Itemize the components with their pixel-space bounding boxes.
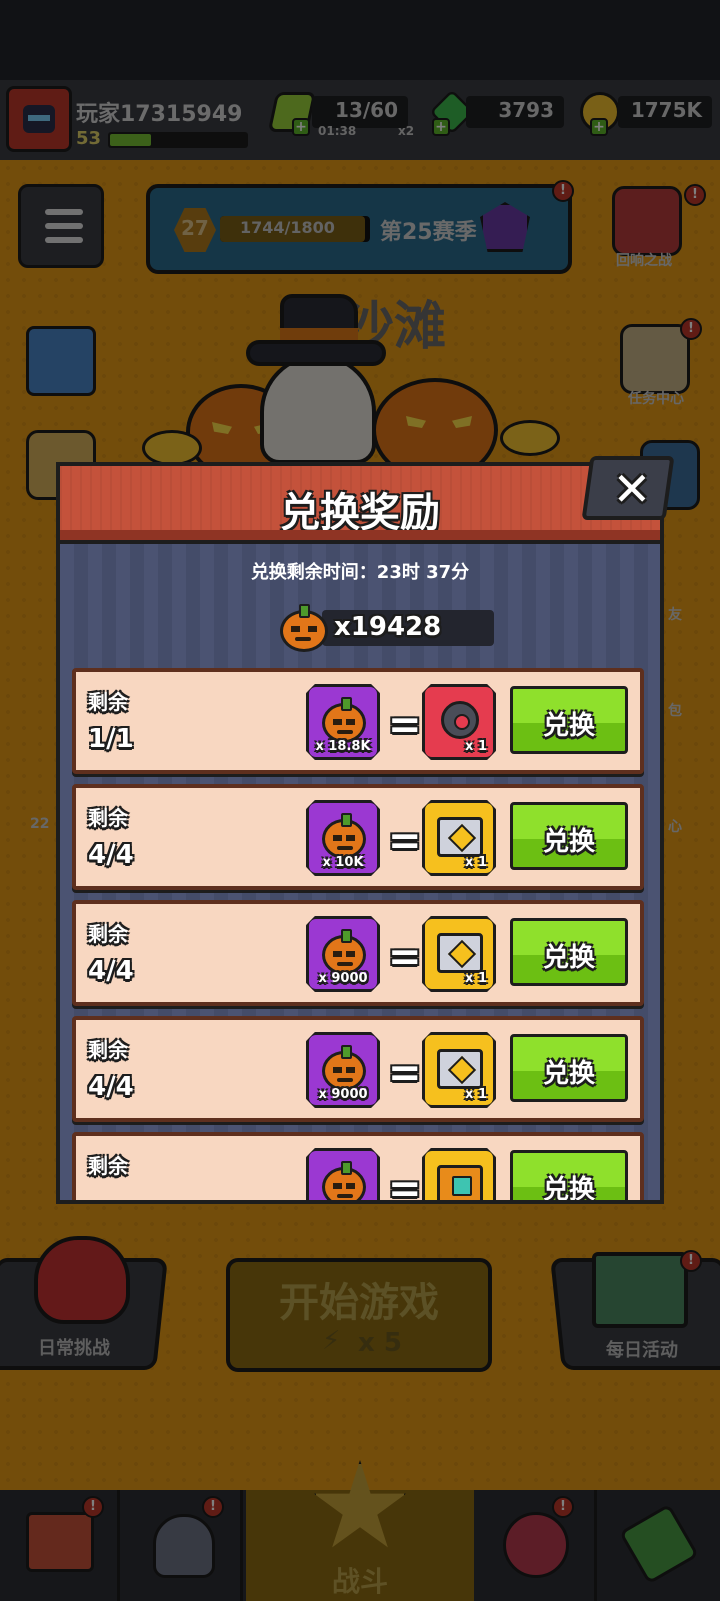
pumpkin-icon	[322, 1045, 366, 1091]
status-bar	[0, 0, 720, 80]
cost-item: x 9000	[306, 916, 380, 992]
exchange-row: 剩余 1/1 x 18.8K = x 1 兑换	[72, 668, 644, 774]
remaining-label: 剩余	[88, 690, 128, 714]
reward-item[interactable]: x 1	[422, 1032, 496, 1108]
reward-quantity: x 1	[465, 971, 487, 986]
dialog-title: 兑换奖励	[280, 490, 440, 536]
redeem-button[interactable]: 兑换	[510, 686, 628, 754]
dialog-header: 兑换奖励	[56, 462, 664, 542]
cost-quantity: x 9000	[318, 971, 368, 986]
reward-item[interactable]: x 1	[422, 916, 496, 992]
redeem-button-label: 兑换	[542, 711, 595, 741]
remaining-label: 剩余	[88, 806, 128, 830]
pumpkin-icon	[322, 697, 366, 743]
equals-icon: =	[388, 702, 422, 748]
exchange-row: 剩余 = 兑换	[72, 1132, 644, 1204]
pumpkin-icon	[322, 1161, 366, 1200]
cost-item: x 9000	[306, 1032, 380, 1108]
redeem-button[interactable]: 兑换	[510, 1034, 628, 1102]
reward-quantity: x 1	[465, 1087, 487, 1102]
close-button[interactable]: ✕	[581, 456, 675, 520]
cost-item: x 18.8K	[306, 684, 380, 760]
dialog-body[interactable]: 兑换剩余时间：23时 37分 x19428 剩余 1/1 x 18.8K = x…	[56, 540, 664, 1204]
cost-quantity: x 9000	[318, 1087, 368, 1102]
exchange-remaining-time: 兑换剩余时间：23时 37分	[250, 562, 470, 583]
reward-quantity: x 1	[465, 739, 487, 754]
redeem-button[interactable]: 兑换	[510, 1150, 628, 1204]
exchange-reward-dialog: 兑换奖励 ✕ 兑换剩余时间：23时 37分 x19428 剩余 1/1 x 18…	[56, 456, 675, 1204]
redeem-button-label: 兑换	[542, 1175, 595, 1204]
redeem-button-label: 兑换	[542, 827, 595, 857]
cost-item	[306, 1148, 380, 1200]
equals-icon: =	[388, 1166, 422, 1204]
shield-chest-icon	[437, 1049, 483, 1089]
equals-icon: =	[388, 934, 422, 980]
redeem-button-label: 兑换	[542, 1059, 595, 1089]
remaining-label: 剩余	[88, 1154, 128, 1178]
remaining-label: 剩余	[88, 1038, 128, 1062]
exchange-row: 剩余 4/4 x 10K = x 1 兑换	[72, 784, 644, 890]
reward-quantity: x 1	[465, 855, 487, 870]
weapon-chest-icon	[437, 933, 483, 973]
pumpkin-icon	[322, 929, 366, 975]
remaining-count: 1/1	[88, 724, 134, 754]
remaining-count: 4/4	[88, 840, 134, 870]
cost-quantity: x 10K	[322, 855, 364, 870]
reward-item[interactable]: x 1	[422, 684, 496, 760]
close-icon: ✕	[612, 462, 652, 516]
armor-chest-icon	[437, 817, 483, 857]
equals-icon: =	[388, 1050, 422, 1096]
reward-item[interactable]	[422, 1148, 496, 1200]
exchange-row: 剩余 4/4 x 9000 = x 1 兑换	[72, 900, 644, 1006]
redeem-button-label: 兑换	[542, 943, 595, 973]
exchange-row: 剩余 4/4 x 9000 = x 1 兑换	[72, 1016, 644, 1122]
pumpkin-balance: x19428	[334, 612, 442, 642]
reward-item[interactable]: x 1	[422, 800, 496, 876]
pumpkin-currency-icon	[280, 604, 328, 652]
orange-chest-icon	[437, 1165, 483, 1200]
remaining-count: 4/4	[88, 956, 134, 986]
redeem-button[interactable]: 兑换	[510, 802, 628, 870]
pumpkin-icon	[322, 813, 366, 859]
cost-item: x 10K	[306, 800, 380, 876]
redeem-button[interactable]: 兑换	[510, 918, 628, 986]
gear-core-icon	[441, 701, 479, 739]
cost-quantity: x 18.8K	[315, 739, 371, 754]
remaining-count: 4/4	[88, 1072, 134, 1102]
remaining-label: 剩余	[88, 922, 128, 946]
equals-icon: =	[388, 818, 422, 864]
